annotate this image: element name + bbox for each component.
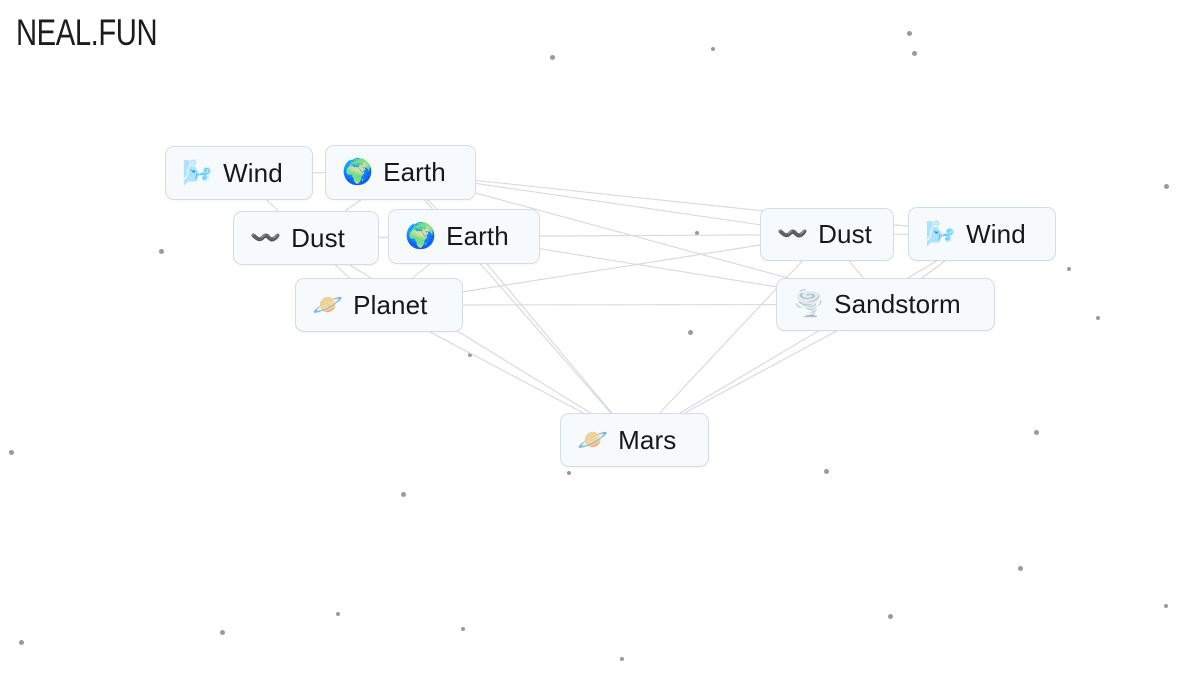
wavy-dust-icon: 〰️ bbox=[250, 223, 282, 252]
element-card-earth[interactable]: 🌍 Earth bbox=[388, 209, 540, 264]
background-star bbox=[18, 639, 24, 645]
background-star bbox=[567, 471, 571, 475]
recipe-link bbox=[486, 263, 613, 414]
element-card-mars[interactable]: 🪐 Mars bbox=[560, 413, 709, 467]
earth-globe-icon: 🌍 bbox=[342, 158, 374, 186]
background-star bbox=[823, 468, 829, 474]
infinite-craft-board: NEAL.FUN 🌬️ Wind 🌍 Earth 〰️ Dust 🌍 Earth 🪐 Planet… bbox=[0, 0, 1200, 675]
element-card-label: Wind bbox=[223, 157, 283, 188]
wind-face-icon: 🌬️ bbox=[182, 158, 214, 187]
element-card-label: Planet bbox=[353, 289, 428, 320]
element-card-wind[interactable]: 🌬️ Wind bbox=[908, 207, 1056, 261]
tornado-icon: 🌪️ bbox=[793, 290, 825, 318]
starfield bbox=[0, 0, 1200, 675]
element-card-dust[interactable]: 〰️ Dust bbox=[760, 208, 894, 261]
recipe-link bbox=[266, 199, 279, 212]
recipe-link bbox=[412, 263, 431, 279]
element-card-wind[interactable]: 🌬️ Wind bbox=[165, 146, 313, 200]
background-star bbox=[906, 30, 912, 36]
background-star bbox=[711, 47, 715, 51]
wavy-dust-icon: 〰️ bbox=[777, 220, 809, 248]
recipe-link bbox=[335, 264, 350, 279]
recipe-link bbox=[684, 330, 837, 414]
background-star bbox=[336, 612, 340, 616]
background-star bbox=[1033, 429, 1039, 435]
background-star bbox=[620, 657, 624, 661]
element-card-label: Dust bbox=[818, 219, 873, 249]
neal-fun-logo[interactable]: NEAL.FUN bbox=[16, 12, 158, 55]
recipe-link bbox=[427, 199, 438, 210]
background-star bbox=[1096, 316, 1100, 320]
element-card-label: Sandstorm bbox=[834, 289, 961, 319]
element-card-earth[interactable]: 🌍 Earth bbox=[325, 145, 476, 200]
background-star bbox=[887, 613, 893, 619]
recipe-link bbox=[921, 260, 946, 279]
background-star bbox=[1067, 267, 1071, 271]
element-card-label: Earth bbox=[446, 221, 509, 251]
recipe-link bbox=[848, 260, 864, 279]
element-card-label: Wind bbox=[966, 218, 1026, 249]
background-star bbox=[1017, 565, 1023, 571]
background-star bbox=[219, 629, 225, 635]
recipe-connector-lines bbox=[266, 172, 946, 414]
ringed-planet-icon: 🪐 bbox=[312, 290, 344, 319]
element-card-label: Dust bbox=[291, 222, 346, 253]
background-star bbox=[1163, 183, 1169, 189]
recipe-link bbox=[344, 199, 362, 212]
element-card-dust[interactable]: 〰️ Dust bbox=[233, 211, 379, 265]
element-card-label: Mars bbox=[618, 424, 677, 455]
element-card-label: Earth bbox=[383, 157, 446, 187]
background-star bbox=[461, 627, 465, 631]
background-star bbox=[695, 231, 699, 235]
background-star bbox=[549, 54, 555, 60]
ringed-planet-icon: 🪐 bbox=[577, 425, 609, 454]
background-star bbox=[1164, 604, 1168, 608]
background-star bbox=[687, 329, 693, 335]
background-star bbox=[911, 50, 917, 56]
recipe-link bbox=[539, 234, 761, 237]
earth-globe-icon: 🌍 bbox=[405, 222, 437, 250]
element-card-planet[interactable]: 🪐 Planet bbox=[295, 278, 463, 332]
wind-face-icon: 🌬️ bbox=[925, 219, 957, 248]
background-star bbox=[400, 491, 406, 497]
background-star bbox=[158, 248, 164, 254]
recipe-link bbox=[539, 248, 777, 288]
background-star bbox=[8, 449, 14, 455]
element-card-sandstorm[interactable]: 🌪️ Sandstorm bbox=[776, 278, 995, 331]
recipe-link bbox=[429, 331, 584, 414]
background-star bbox=[468, 353, 472, 357]
